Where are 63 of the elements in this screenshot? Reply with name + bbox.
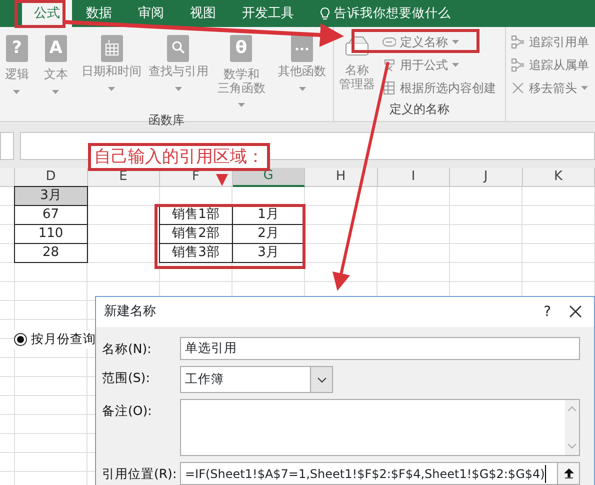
table-cell: 销售3部	[159, 243, 232, 263]
function-icon: ?	[6, 35, 28, 62]
ribbon-button[interactable]: 日期和时间	[78, 27, 146, 94]
column-header[interactable]: J	[450, 168, 522, 187]
ribbon-tab[interactable]: 审阅	[126, 0, 176, 27]
highlight-frame	[14, 0, 66, 28]
scrollbar-icon	[565, 400, 579, 455]
column-header[interactable]: H	[305, 168, 378, 187]
function-icon: A	[44, 35, 67, 62]
reference-field[interactable]: =IF(Sheet1!$A$7=1,Sheet1!$F$2:$F$4,Sheet1!$G$2:$G$4)	[180, 462, 580, 485]
chevron-down-icon	[316, 376, 326, 382]
formula-icon	[382, 58, 396, 72]
help-button[interactable]: ?	[544, 302, 551, 322]
name-manager-button[interactable]: 名称 管理器	[334, 27, 380, 92]
field-label: 名称(N):	[102, 340, 152, 358]
radio-label: 按月份查询	[31, 330, 96, 348]
table-cell: 28	[14, 243, 88, 263]
table-cell: 3月	[14, 186, 88, 206]
arrow	[216, 174, 228, 186]
column-header[interactable]: K	[522, 168, 595, 187]
ribbon-button[interactable]: 查找与引用	[146, 27, 212, 94]
remove-arrows-icon	[511, 80, 525, 94]
table-cell: 3月	[232, 243, 305, 263]
upload-icon	[564, 468, 574, 479]
radio-button[interactable]	[14, 332, 27, 346]
ribbon-button[interactable]: 追踪从属单	[509, 53, 591, 76]
ribbon-tab[interactable]: 开发工具	[230, 0, 306, 27]
group-label: 定义的名称	[388, 101, 450, 118]
function-icon: θ	[230, 35, 252, 62]
field-label: 备注(O):	[102, 402, 153, 420]
column-header[interactable]: I	[378, 168, 450, 187]
ribbon-button[interactable]: 其他函数	[271, 27, 333, 94]
ribbon-button[interactable]: A 文本	[34, 27, 78, 97]
comment-field[interactable]	[180, 399, 580, 456]
group-label: 函数库	[148, 112, 186, 129]
callout-tooltip: 自己输入的引用区域：	[88, 143, 270, 171]
ribbon-button[interactable]: 定义名称	[380, 30, 498, 53]
calendar-icon	[100, 35, 123, 62]
ribbon-button[interactable]: 追踪引用单	[509, 30, 591, 53]
ribbon-button[interactable]: 用于公式	[380, 53, 498, 76]
column-header[interactable]: D	[15, 168, 88, 187]
table-icon	[382, 80, 396, 94]
function-icon	[291, 35, 314, 62]
ribbon-button[interactable]: 根据所选内容创建	[380, 76, 498, 99]
ribbon-tab[interactable]: 视图	[178, 0, 228, 27]
lightbulb-icon	[320, 6, 330, 20]
trace-arrows-icon	[511, 34, 525, 48]
search-prompt[interactable]: 告诉我你想要做什么	[334, 4, 451, 23]
field-label: 引用位置(R):	[102, 465, 178, 483]
ribbon-tab[interactable]: 数据	[74, 0, 124, 27]
dialog-title: 新建名称	[104, 303, 157, 322]
name-tag-icon	[382, 34, 396, 48]
ribbon-button[interactable]: ? 逻辑	[0, 27, 34, 97]
trace-arrows-icon	[511, 58, 525, 72]
search-icon	[167, 35, 190, 62]
field-label: 范围(S):	[102, 369, 151, 387]
close-button[interactable]	[569, 304, 582, 320]
ribbon-button[interactable]: θ 数学和 三角函数	[211, 27, 272, 111]
text-field[interactable]: 单选引用	[180, 337, 580, 360]
dropdown-field[interactable]: 工作簿	[180, 366, 333, 393]
table-cell: 110	[14, 224, 88, 244]
ribbon-button[interactable]: 移去箭头	[509, 76, 591, 99]
table-cell: 67	[14, 205, 88, 225]
